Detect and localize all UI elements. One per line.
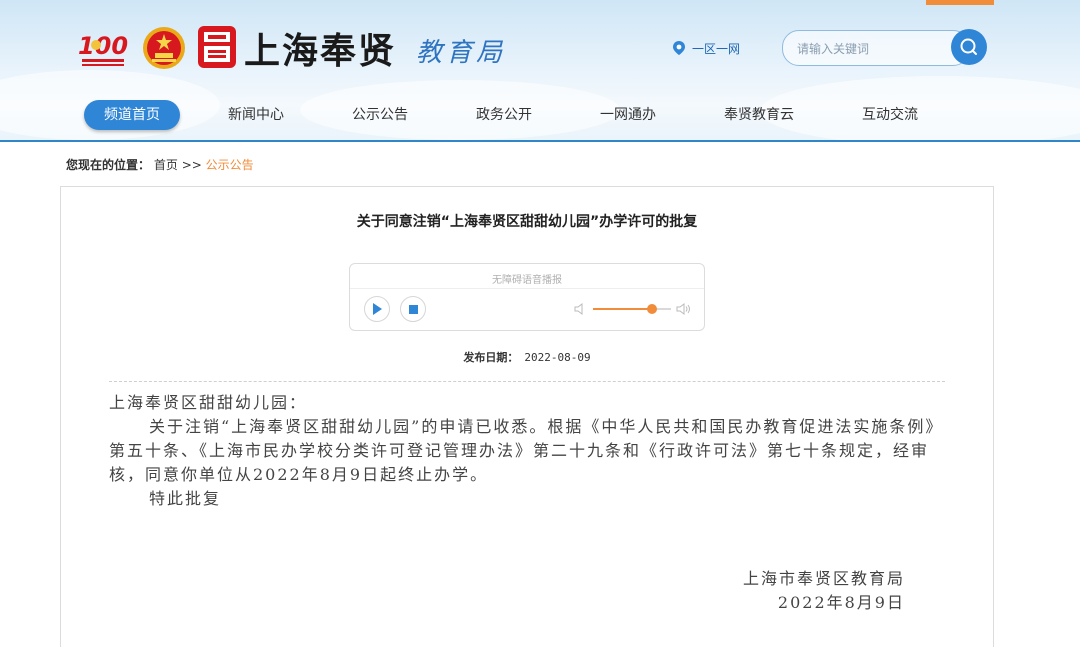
nav-item-one-stop-service[interactable]: 一网通办: [580, 100, 676, 130]
volume-high-icon[interactable]: [676, 302, 692, 316]
article-title: 关于同意注销“上海奉贤区甜甜幼儿园”办学许可的批复: [356, 214, 698, 230]
publish-date: 发布日期： 2022-08-09: [61, 349, 993, 365]
nav-item-interaction[interactable]: 互动交流: [842, 100, 938, 130]
centenary-logo-icon: 100: [78, 32, 128, 66]
nav-item-news[interactable]: 新闻中心: [208, 100, 304, 130]
breadcrumb-home-link[interactable]: 首页: [154, 158, 178, 172]
search-box: [782, 30, 970, 66]
breadcrumb-label: 您现在的位置：: [66, 158, 151, 172]
breadcrumb: 您现在的位置： 首页 >> 公示公告: [66, 156, 254, 173]
region-link-label: 一区一网: [692, 41, 741, 56]
site-header: 100 上海奉贤 教育局 一区一网 频道首页: [0, 0, 1080, 142]
location-pin-icon: [673, 41, 685, 55]
nav-item-government-affairs[interactable]: 政务公开: [456, 100, 552, 130]
audio-player: 无障碍语音播报: [349, 263, 705, 331]
svg-text:100: 100: [78, 32, 128, 60]
nav-item-announcements[interactable]: 公示公告: [332, 100, 428, 130]
stop-icon: [408, 304, 418, 314]
publish-date-value: 2022-08-09: [524, 351, 591, 364]
region-link[interactable]: 一区一网: [672, 38, 740, 58]
play-button[interactable]: [364, 296, 390, 322]
main-nav: 频道首页 新闻中心 公示公告 政务公开 一网通办 奉贤教育云 互动交流: [84, 100, 984, 130]
divider: [109, 381, 945, 382]
top-accent-bar: [926, 0, 994, 5]
article-closing: 特此批复: [149, 489, 222, 508]
education-bureau-logo-icon: [198, 26, 236, 68]
volume-slider[interactable]: [593, 304, 671, 314]
audio-player-divider: [350, 288, 704, 289]
nav-item-home[interactable]: 频道首页: [84, 100, 180, 130]
site-name: 上海奉贤: [244, 30, 397, 72]
article-signature: 上海市奉贤区教育局 2022年8月9日: [743, 567, 905, 615]
article-salutation: 上海奉贤区甜甜幼儿园：: [109, 393, 308, 412]
article-body: 上海奉贤区甜甜幼儿园： 关于注销“上海奉贤区甜甜幼儿园”的申请已收悉。根据《中华…: [109, 391, 947, 511]
article-container: 关于同意注销“上海奉贤区甜甜幼儿园”办学许可的批复 无障碍语音播报 发布日期： …: [60, 186, 994, 647]
signature-organization: 上海市奉贤区教育局: [742, 569, 905, 588]
breadcrumb-separator: >>: [181, 158, 202, 172]
search-icon: [960, 38, 977, 55]
volume-slider-fill: [593, 308, 652, 310]
signature-date: 2022年8月9日: [777, 593, 905, 612]
audio-player-label: 无障碍语音播报: [492, 275, 562, 286]
bureau-name: 教育局: [416, 38, 507, 68]
volume-slider-handle[interactable]: [646, 304, 657, 314]
search-button[interactable]: [951, 29, 987, 65]
breadcrumb-current-link[interactable]: 公示公告: [206, 158, 254, 172]
article-paragraph: 关于注销“上海奉贤区甜甜幼儿园”的申请已收悉。根据《中华人民共和国民办教育促进法…: [109, 417, 944, 484]
search-input[interactable]: [795, 38, 949, 60]
nav-item-education-cloud[interactable]: 奉贤教育云: [704, 100, 814, 130]
stop-button[interactable]: [400, 296, 426, 322]
publish-date-label: 发布日期：: [463, 351, 519, 364]
volume-low-icon[interactable]: [574, 302, 586, 316]
play-icon: [373, 303, 382, 315]
national-emblem-icon: [143, 27, 185, 69]
